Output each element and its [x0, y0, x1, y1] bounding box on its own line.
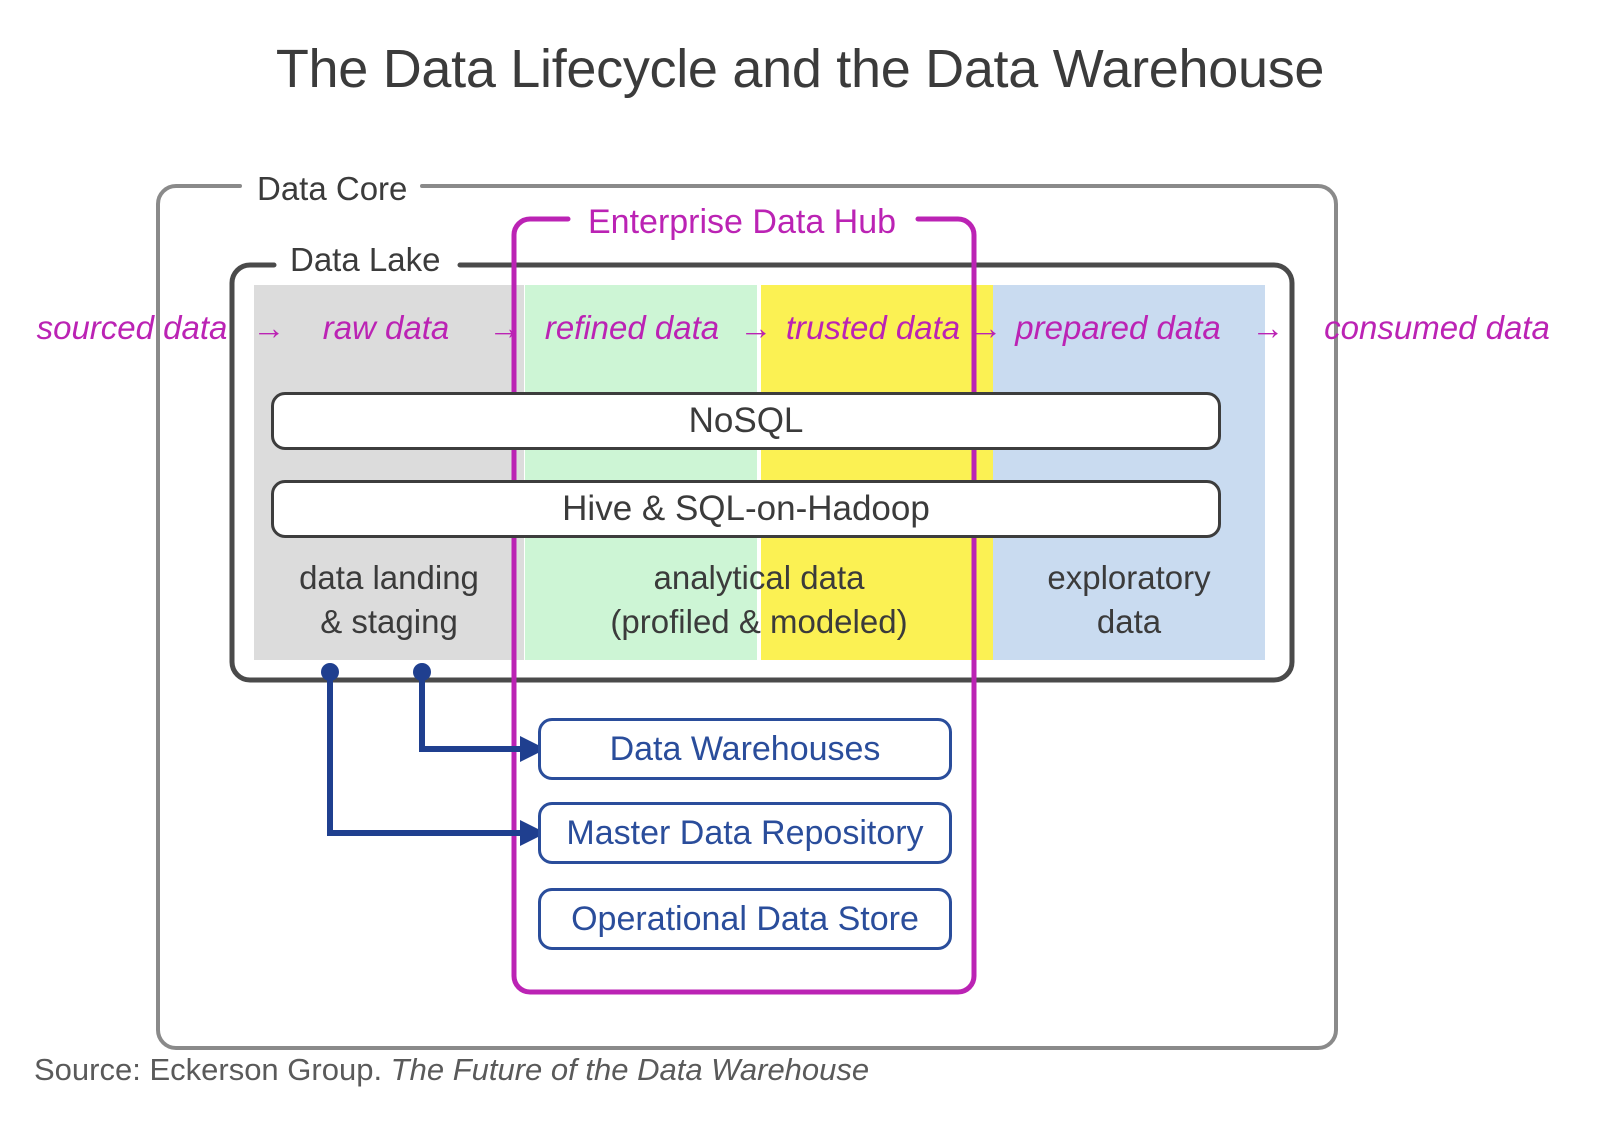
enterprise-data-hub-label: Enterprise Data Hub	[576, 205, 909, 239]
page-title: The Data Lifecycle and the Data Warehous…	[275, 39, 1325, 99]
lifecycle-arrow-4: →	[969, 309, 1003, 346]
engine-bar-hive-sql-on-hadoop: Hive & SQL-on-Hadoop	[271, 480, 1221, 538]
connector-staging-to-data-warehouses	[413, 663, 546, 762]
lifecycle-stage-trusted-data: trusted data	[785, 309, 961, 346]
repository-box-data-warehouses: Data Warehouses	[538, 718, 952, 780]
lifecycle-stage-refined-data: refined data	[544, 309, 720, 346]
zone-caption-line: data	[1096, 602, 1162, 640]
lifecycle-arrow-2: →	[488, 309, 522, 346]
repository-box-operational-data-store: Operational Data Store	[538, 888, 952, 950]
connector-staging-to-master-data-repository	[321, 663, 546, 846]
zone-caption-line: & staging	[320, 602, 458, 640]
lifecycle-arrow-1: →	[252, 309, 286, 346]
zone-caption-line: data landing	[299, 559, 479, 596]
source-prefix: Source: Eckerson Group.	[34, 1052, 391, 1087]
zone-caption-line: analytical data	[653, 559, 865, 596]
zone-caption-exploratory-data: exploratory data	[993, 556, 1265, 643]
lifecycle-stage-raw-data: raw data	[322, 309, 450, 346]
lifecycle-stage-consumed-data: consumed data	[1324, 309, 1550, 346]
lifecycle-arrow-5: →	[1251, 309, 1285, 346]
data-lake-label: Data Lake	[278, 243, 453, 276]
source-attribution: Source: Eckerson Group. The Future of th…	[34, 1052, 869, 1088]
zone-caption-line: exploratory	[1047, 559, 1211, 596]
zone-caption-line: (profiled & modeled)	[610, 602, 908, 640]
lifecycle-stage-sourced-data: sourced data	[36, 309, 228, 346]
lifecycle-stage-prepared-data: prepared data	[1015, 309, 1221, 346]
data-core-label: Data Core	[245, 172, 420, 205]
zone-caption-analytical-data: analytical data (profiled & modeled)	[525, 556, 993, 643]
diagram-canvas: The Data Lifecycle and the Data Warehous…	[0, 0, 1600, 1134]
lifecycle-arrow-3: →	[739, 309, 773, 346]
source-publication-title: The Future of the Data Warehouse	[390, 1052, 870, 1087]
repository-box-master-data-repository: Master Data Repository	[538, 802, 952, 864]
engine-bar-nosql: NoSQL	[271, 392, 1221, 450]
zone-caption-data-landing: data landing & staging	[254, 556, 524, 643]
